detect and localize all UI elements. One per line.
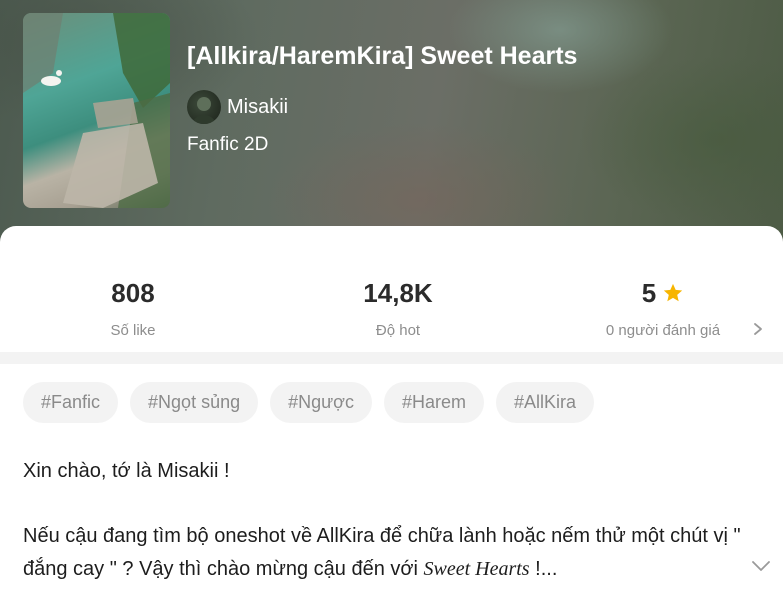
description-emphasis: Sweet Hearts: [423, 558, 530, 580]
hot-label: Độ hot: [375, 322, 421, 339]
tag-ngot-sung[interactable]: #Ngọt sủng: [130, 382, 259, 423]
header-banner: [Allkira/HaremKira] Sweet Hearts Misakii…: [0, 0, 783, 250]
chevron-right-icon[interactable]: [752, 322, 764, 336]
tag-allkira[interactable]: #AllKira: [496, 382, 595, 423]
likes-count: 808: [111, 278, 155, 308]
rating-label: 0 người đánh giá: [605, 322, 721, 339]
tag-list: #Fanfic #Ngọt sủng #Ngược #Harem #AllKir…: [23, 382, 595, 423]
star-icon: [664, 283, 683, 302]
tag-fanfic[interactable]: #Fanfic: [23, 382, 119, 423]
tag-nguoc[interactable]: #Ngược: [270, 382, 372, 423]
hot-stat: 14,8K Độ hot: [268, 276, 528, 339]
description-ellipsis: !...: [529, 558, 558, 580]
story-cover-image[interactable]: [23, 13, 170, 208]
tag-harem[interactable]: #Harem: [383, 382, 485, 423]
likes-stat: 808 Số like: [3, 276, 263, 339]
section-divider: [0, 352, 783, 364]
rating-value: 5: [641, 278, 657, 308]
rating-stat[interactable]: 5 0 người đánh giá: [533, 276, 783, 339]
hot-count: 14,8K: [363, 278, 433, 308]
description-text: Nếu cậu đang tìm bộ oneshot về AllKira đ…: [23, 525, 741, 580]
chevron-down-icon[interactable]: [751, 560, 771, 572]
story-title: [Allkira/HaremKira] Sweet Hearts: [187, 42, 578, 70]
story-genre: Fanfic 2D: [187, 134, 269, 155]
avatar: [187, 90, 221, 124]
author-link[interactable]: Misakii: [187, 89, 288, 125]
author-name: Misakii: [227, 95, 289, 118]
description-body: Nếu cậu đang tìm bộ oneshot về AllKira đ…: [23, 520, 743, 586]
story-detail-card: 808 Số like 14,8K Độ hot 5 0 người đánh …: [0, 226, 783, 600]
likes-label: Số like: [110, 322, 156, 339]
description-greeting: Xin chào, tớ là Misakii !: [23, 460, 230, 482]
rating-value-row: 5: [533, 276, 783, 310]
